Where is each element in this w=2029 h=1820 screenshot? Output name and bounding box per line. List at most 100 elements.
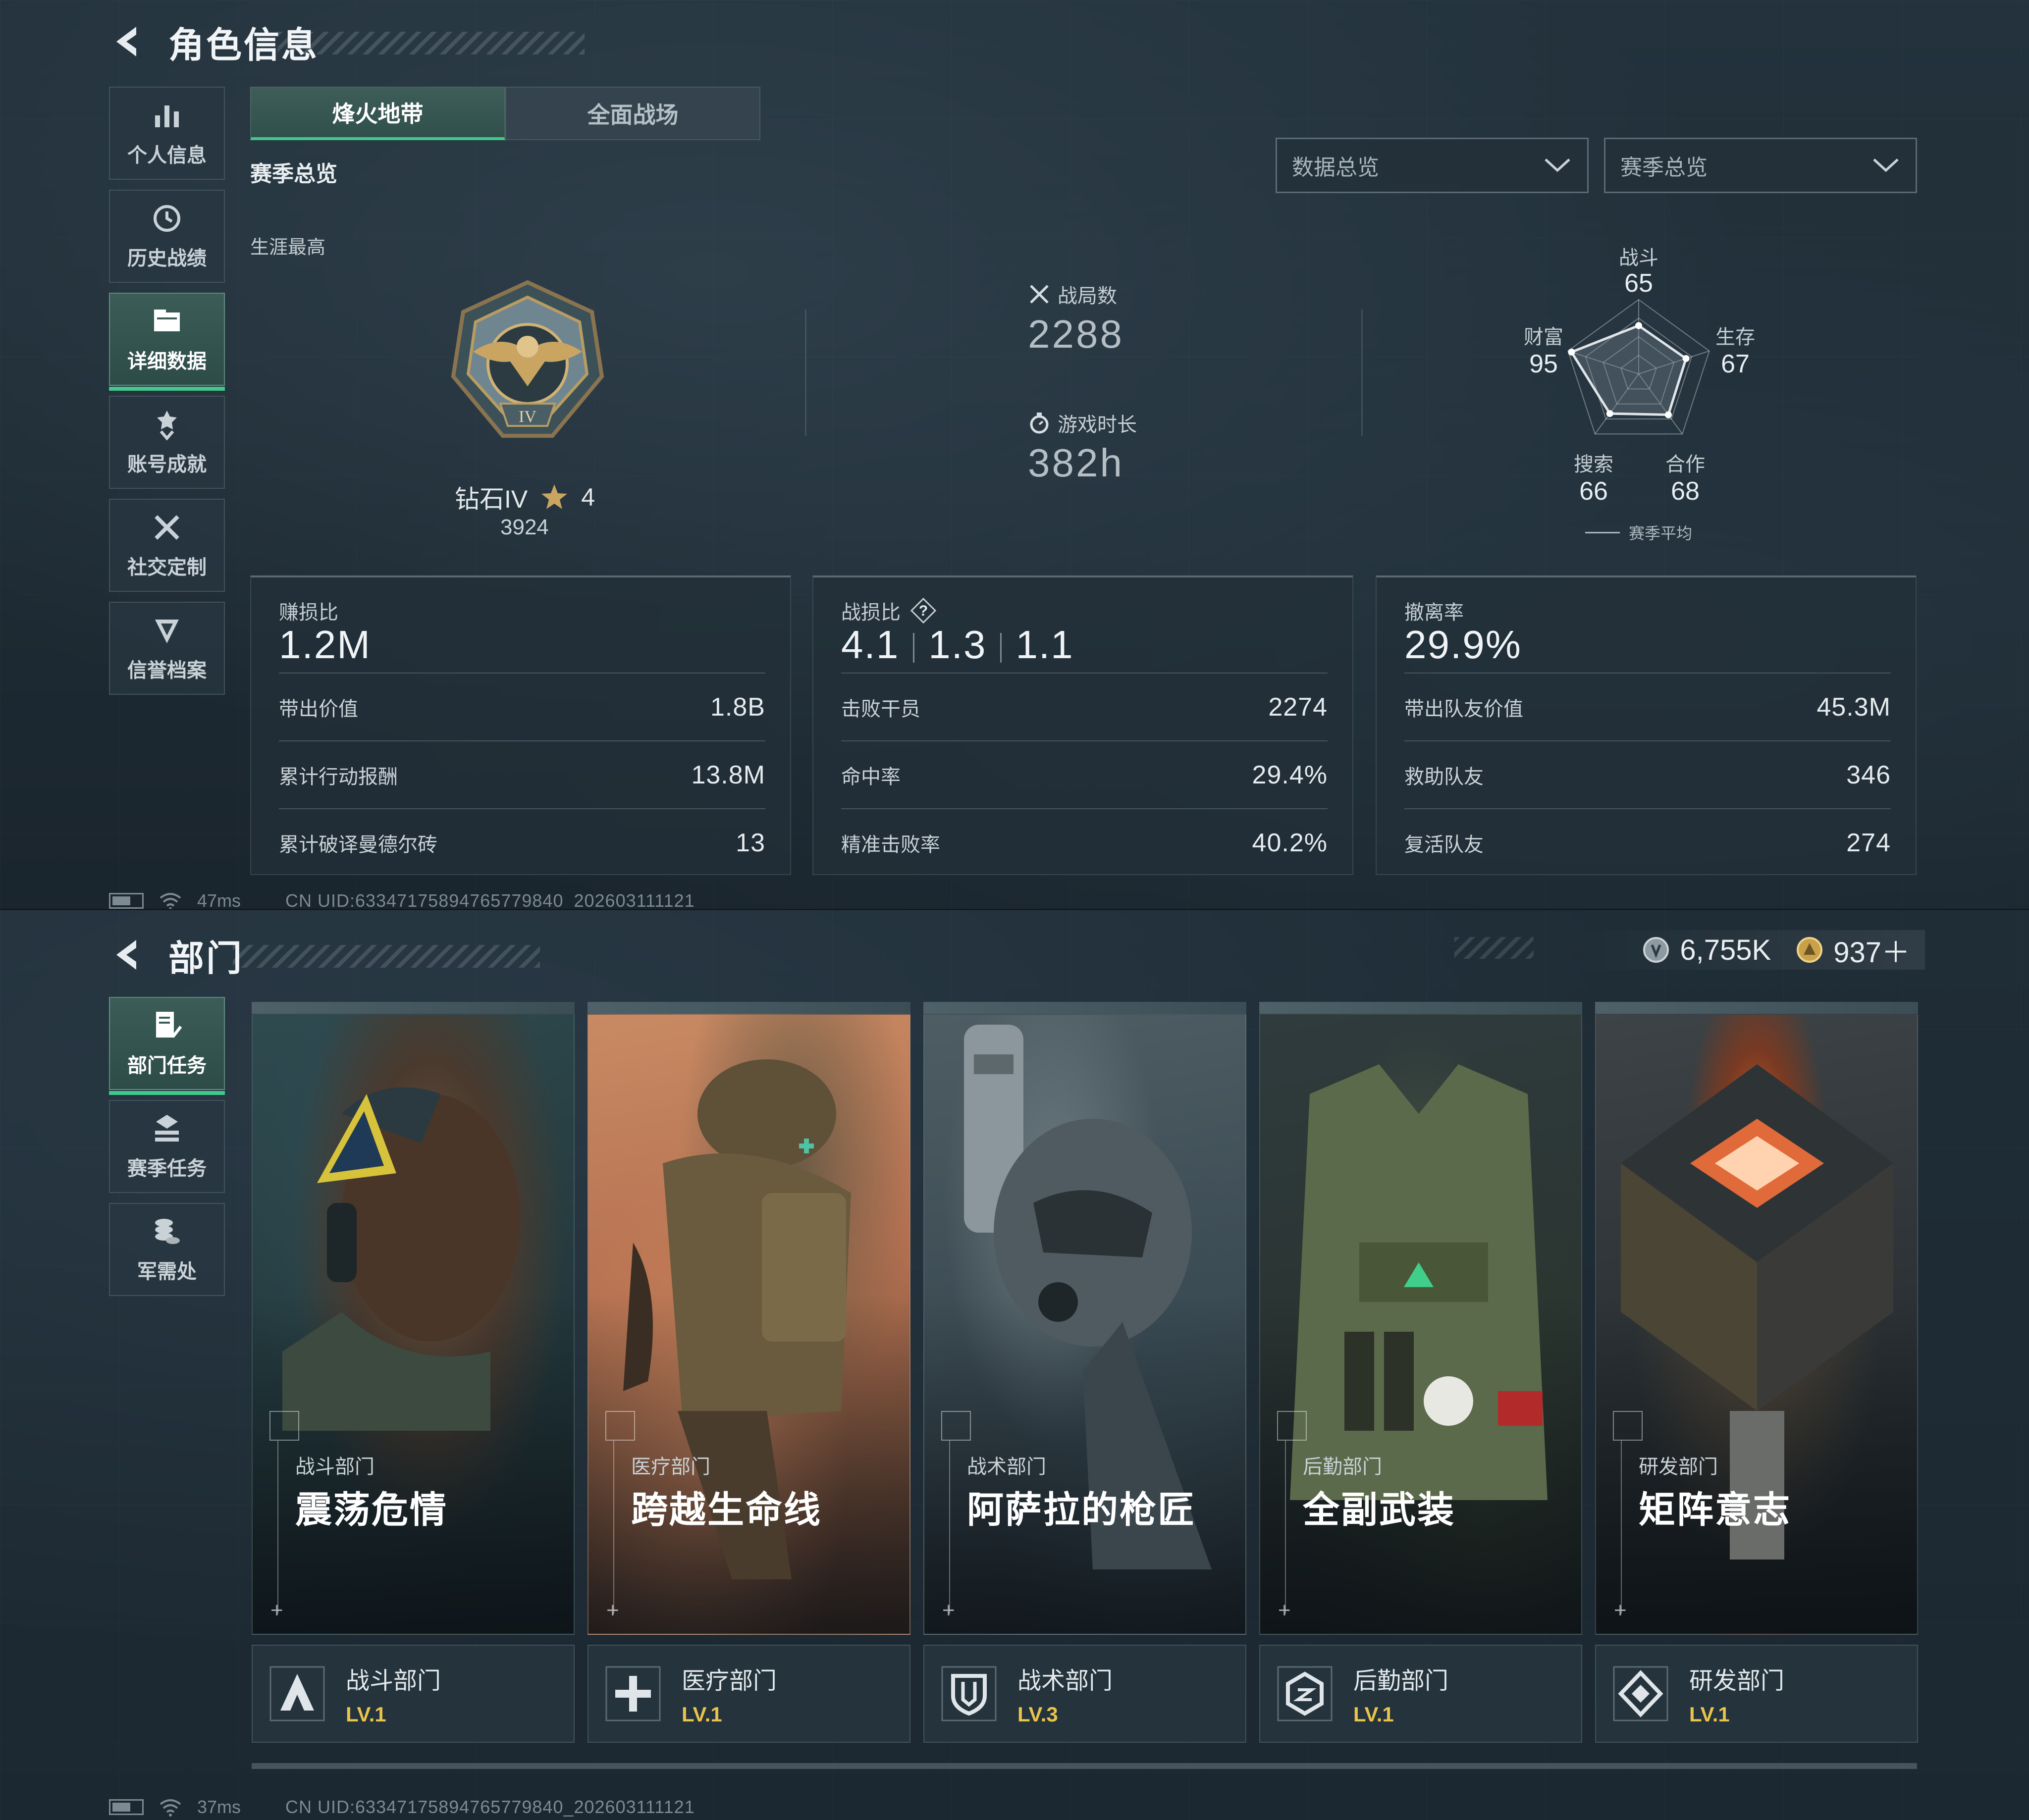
tactical-dept-icon: [941, 1666, 997, 1721]
department-cards: + 战斗部门 震荡危情 战斗部门 LV.1 + 医疗部门 跨越生命线 医疗部门 …: [252, 1002, 1918, 1743]
coin-amount: 6,755K: [1680, 934, 1771, 966]
header-stripes: [277, 32, 585, 54]
mode-tabs: 烽火地带 全面战场: [250, 87, 760, 140]
stat-row: 命中率 29.4%: [841, 740, 1328, 808]
crossed-swords-icon: [1030, 285, 1049, 304]
section-title: 赛季总览: [250, 162, 337, 186]
season-overview-dropdown[interactable]: 赛季总览: [1604, 138, 1917, 193]
radar-label-combat: 战斗: [1619, 247, 1658, 269]
rank-name: 钻石IV 4: [455, 483, 595, 513]
radar-label-cooperation: 合作: [1665, 454, 1705, 475]
diamond-rank-emblem-icon: IV: [451, 280, 604, 438]
sidebar-item-history[interactable]: 历史战绩: [109, 190, 225, 283]
dept-footer-logistics[interactable]: 后勤部门 LV.1: [1259, 1645, 1582, 1743]
combat-dept-icon: [269, 1666, 325, 1721]
supply-coins-icon: [155, 1219, 180, 1244]
radar-point: [1635, 322, 1642, 329]
dept-footer-combat[interactable]: 战斗部门 LV.1: [252, 1645, 575, 1743]
dept-art-research[interactable]: + 研发部门 矩阵意志: [1595, 1014, 1918, 1635]
gold-token-icon: [1797, 937, 1823, 963]
operator-headset-art: [282, 1087, 520, 1431]
sidebar: 个人信息 历史战绩 详细数据 账号成就 社交定制 信誉档案: [109, 87, 225, 705]
currency-stripes: [1454, 937, 1534, 959]
dept-card-tactical[interactable]: + 战术部门 阿萨拉的枪匠 战术部门 LV.3: [923, 1002, 1246, 1743]
horizontal-scrollbar[interactable]: [252, 1763, 1917, 1769]
dept-footer-research[interactable]: 研发部门 LV.1: [1595, 1645, 1918, 1743]
sidebar-item-achievements[interactable]: 账号成就: [109, 396, 225, 489]
sidebar: 部门任务 赛季任务 军需处: [109, 997, 225, 1306]
silver-coin-icon: [1643, 937, 1669, 963]
stat-card-extract: 撤离率 29.9% 带出队友价值 45.3M 救助队友 346 复活队友 274: [1376, 575, 1917, 875]
playtime-stat: 游戏时长 382h: [1028, 409, 1137, 486]
status-bar: 37ms CN UID:63347175894765779840_2026031…: [109, 1797, 695, 1818]
back-arrow-icon[interactable]: [109, 22, 149, 61]
battery-icon: [109, 893, 144, 909]
sidebar-item-detailed-data[interactable]: 详细数据: [109, 293, 225, 391]
radar-legend: 赛季平均: [1585, 521, 1692, 544]
achievement-icon: [157, 411, 177, 441]
token-amount[interactable]: 937＋: [1833, 929, 1910, 971]
task-doc-icon: [156, 1012, 182, 1038]
sidebar-item-supply[interactable]: 军需处: [109, 1203, 225, 1296]
back-arrow-icon[interactable]: [109, 935, 149, 975]
vertical-divider: [805, 310, 806, 436]
dept-art-tactical[interactable]: + 战术部门 阿萨拉的枪匠: [923, 1014, 1246, 1635]
chevron-down-icon: [1545, 158, 1570, 172]
card-top-strip: [252, 1002, 575, 1014]
radar-point: [1664, 411, 1672, 418]
data-overview-dropdown[interactable]: 数据总览: [1276, 138, 1589, 193]
status-bar: 47ms CN UID:63347175894765779840_2026031…: [109, 890, 695, 909]
stat-row: 累计破译曼德尔砖 13: [279, 808, 765, 876]
sidebar-item-season-tasks[interactable]: 赛季任务: [109, 1100, 225, 1193]
tab-warzone[interactable]: 烽火地带: [250, 87, 505, 140]
page-header: 部门: [109, 925, 540, 985]
credit-shield-icon: [155, 620, 179, 643]
radar-value-survival: 67: [1721, 350, 1750, 378]
radar-value-cooperation: 68: [1671, 477, 1700, 506]
medical-dept-icon: [605, 1666, 661, 1721]
svg-text:IV: IV: [519, 408, 536, 426]
stat-row: 复活队友 274: [1404, 808, 1891, 876]
legend-line: [1585, 531, 1620, 533]
dept-art-combat[interactable]: + 战斗部门 震荡危情: [252, 1014, 575, 1635]
stat-card-kd: 战损比 ? 4.1 1.3 1.1 击败干员 2274 命中率 29.4% 精准击败率 4…: [812, 575, 1353, 875]
radar-value-combat: 65: [1624, 269, 1653, 298]
header-stripes: [233, 945, 540, 968]
career-best-label: 生涯最高: [250, 237, 326, 258]
research-dept-icon: [1613, 1666, 1668, 1721]
matches-stat: 战局数 2288: [1028, 280, 1124, 357]
dept-footer-medical[interactable]: 医疗部门 LV.1: [587, 1645, 910, 1743]
logistics-dept-icon: [1277, 1666, 1333, 1721]
dept-art-medical[interactable]: + 医疗部门 跨越生命线: [587, 1014, 910, 1635]
star-icon: [541, 484, 568, 509]
stat-row: 累计行动报酬 13.8M: [279, 740, 765, 808]
vertical-divider: [1361, 310, 1363, 436]
help-icon[interactable]: ?: [909, 597, 937, 624]
card-top-strip: [1595, 1002, 1918, 1014]
card-top-strip: [1259, 1002, 1582, 1014]
currency-bar: 6,755K 937＋: [1573, 930, 1925, 970]
radar-point: [1682, 355, 1690, 362]
character-info-screen: 角色信息 个人信息 历史战绩 详细数据 账号成就 社交定制 信誉档案 烽火地带: [0, 0, 2029, 909]
card-top-strip: [923, 1002, 1246, 1014]
dept-footer-tactical[interactable]: 战术部门 LV.3: [923, 1645, 1246, 1743]
chevron-down-icon: [1873, 158, 1899, 172]
stat-card-profit: 赚损比 1.2M 带出价值 1.8B 累计行动报酬 13.8M 累计破译曼德尔砖 13: [250, 575, 791, 875]
dept-card-logistics[interactable]: + 后勤部门 全副武装 后勤部门 LV.1: [1259, 1002, 1582, 1743]
sidebar-item-dept-tasks[interactable]: 部门任务: [109, 997, 225, 1095]
tab-full-battlefield[interactable]: 全面战场: [505, 87, 760, 140]
sidebar-item-social-custom[interactable]: 社交定制: [109, 499, 225, 592]
dept-art-logistics[interactable]: + 后勤部门 全副武装: [1259, 1014, 1582, 1635]
sidebar-item-personal-info[interactable]: 个人信息: [109, 87, 225, 180]
svg-text:?: ?: [919, 603, 928, 619]
dept-card-combat[interactable]: + 战斗部门 震荡危情 战斗部门 LV.1: [252, 1002, 575, 1743]
sidebar-item-credit-file[interactable]: 信誉档案: [109, 602, 225, 695]
dept-card-research[interactable]: + 研发部门 矩阵意志 研发部门 LV.1: [1595, 1002, 1918, 1743]
history-icon: [154, 205, 180, 232]
wifi-icon: [160, 1799, 181, 1817]
folder-icon: [154, 310, 180, 331]
stat-row: 带出价值 1.8B: [279, 673, 765, 740]
tools-icon: [155, 515, 179, 540]
dept-card-medical[interactable]: + 医疗部门 跨越生命线 医疗部门 LV.1: [587, 1002, 910, 1743]
radar-label-search: 搜索: [1574, 454, 1613, 475]
